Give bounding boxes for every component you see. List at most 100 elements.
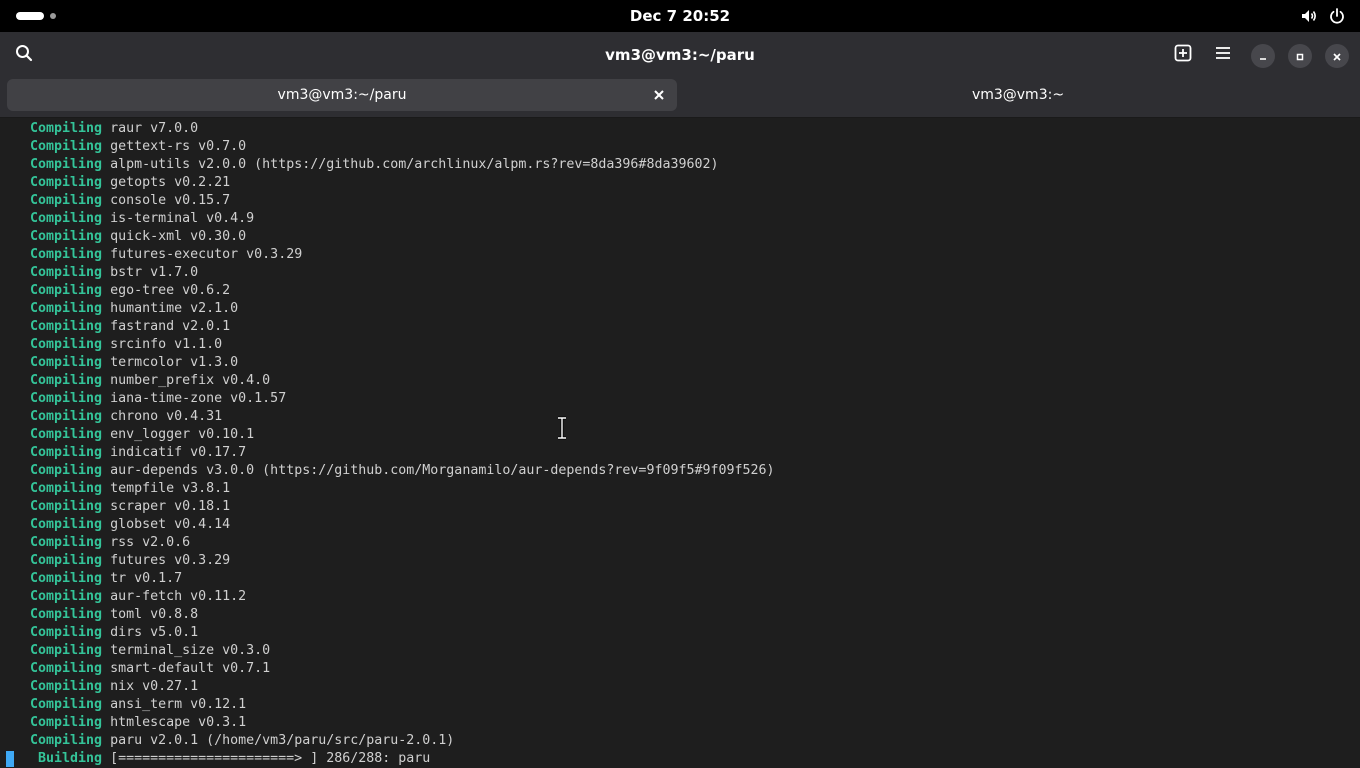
terminal-line: Compiling bstr v1.7.0 <box>0 264 1360 282</box>
crate-name: nix v0.27.1 <box>110 679 199 694</box>
crate-name: scraper v0.18.1 <box>110 499 231 514</box>
crate-name: gettext-rs v0.7.0 <box>110 139 247 154</box>
clock[interactable]: Dec 7 20:52 <box>630 7 730 25</box>
tab-close-button[interactable] <box>651 87 667 103</box>
terminal-line: Compiling htmlescape v0.3.1 <box>0 714 1360 732</box>
compile-verb: Compiling <box>30 211 103 226</box>
crate-name: paru v2.0.1 (/home/vm3/paru/src/paru-2.0… <box>110 733 455 748</box>
terminal-line: Compiling ansi_term v0.12.1 <box>0 696 1360 714</box>
terminal-line: Compiling globset v0.4.14 <box>0 516 1360 534</box>
terminal-line: Compiling rss v2.0.6 <box>0 534 1360 552</box>
terminal-line: Compiling paru v2.0.1 (/home/vm3/paru/sr… <box>0 732 1360 750</box>
compile-verb: Compiling <box>30 319 103 334</box>
minimize-button[interactable] <box>1251 44 1275 68</box>
crate-name: terminal_size v0.3.0 <box>110 643 271 658</box>
build-progress-text: [======================> ] 286/288: paru <box>110 751 431 766</box>
crate-name: alpm-utils v2.0.0 (https://github.com/ar… <box>110 157 719 172</box>
terminal-line: Compiling gettext-rs v0.7.0 <box>0 138 1360 156</box>
minimize-icon <box>1258 47 1268 66</box>
crate-name: smart-default v0.7.1 <box>110 661 271 676</box>
compile-verb: Compiling <box>30 589 103 604</box>
compile-verb: Compiling <box>30 643 103 658</box>
terminal-line: Compiling smart-default v0.7.1 <box>0 660 1360 678</box>
menu-icon <box>1214 44 1232 66</box>
tab-bar: vm3@vm3:~/paru vm3@vm3:~ <box>0 78 1360 118</box>
tab-label: vm3@vm3:~ <box>971 87 1065 103</box>
crate-name: chrono v0.4.31 <box>110 409 223 424</box>
close-window-button[interactable] <box>1325 44 1349 68</box>
volume-icon[interactable] <box>1300 7 1318 25</box>
workspace-indicator[interactable] <box>16 12 56 20</box>
new-tab-button[interactable] <box>1167 39 1199 71</box>
compile-verb: Compiling <box>30 157 103 172</box>
crate-name: globset v0.4.14 <box>110 517 231 532</box>
close-icon <box>1332 47 1342 66</box>
crate-name: getopts v0.2.21 <box>110 175 231 190</box>
terminal-line: Compiling terminal_size v0.3.0 <box>0 642 1360 660</box>
crate-name: fastrand v2.0.1 <box>110 319 231 334</box>
terminal-line: Compiling futures v0.3.29 <box>0 552 1360 570</box>
terminal-line: Compiling futures-executor v0.3.29 <box>0 246 1360 264</box>
crate-name: is-terminal v0.4.9 <box>110 211 255 226</box>
terminal-line: Compiling getopts v0.2.21 <box>0 174 1360 192</box>
terminal-line: Compiling chrono v0.4.31 <box>0 408 1360 426</box>
crate-name: ansi_term v0.12.1 <box>110 697 247 712</box>
terminal-output[interactable]: Compiling raur v7.0.0 Compiling gettext-r… <box>0 119 1360 768</box>
close-tab-icon <box>654 90 664 100</box>
build-progress-line: Building [======================> ] 286/… <box>0 750 1360 768</box>
workspace-dot[interactable] <box>50 13 56 19</box>
terminal-line: Compiling nix v0.27.1 <box>0 678 1360 696</box>
crate-name: tr v0.1.7 <box>110 571 183 586</box>
crate-name: indicatif v0.17.7 <box>110 445 247 460</box>
crate-name: toml v0.8.8 <box>110 607 199 622</box>
compile-verb: Compiling <box>30 409 103 424</box>
compile-verb: Compiling <box>30 445 103 460</box>
crate-name: srcinfo v1.1.0 <box>110 337 223 352</box>
terminal-line: Compiling aur-depends v3.0.0 (https://gi… <box>0 462 1360 480</box>
crate-name: iana-time-zone v0.1.57 <box>110 391 287 406</box>
crate-name: htmlescape v0.3.1 <box>110 715 247 730</box>
terminal-header-bar: vm3@vm3:~/paru <box>0 32 1360 78</box>
system-status-area[interactable] <box>1300 6 1346 26</box>
compile-verb: Compiling <box>30 193 103 208</box>
terminal-line: Compiling raur v7.0.0 <box>0 120 1360 138</box>
terminal-line: Compiling humantime v2.1.0 <box>0 300 1360 318</box>
compile-verb: Compiling <box>30 661 103 676</box>
active-workspace-pill[interactable] <box>16 12 44 20</box>
compile-verb: Compiling <box>30 517 103 532</box>
window-title: vm3@vm3:~/paru <box>605 46 755 64</box>
terminal-line: Compiling fastrand v2.0.1 <box>0 318 1360 336</box>
compile-verb: Compiling <box>30 229 103 244</box>
terminal-line: Compiling number_prefix v0.4.0 <box>0 372 1360 390</box>
main-menu-button[interactable] <box>1207 39 1239 71</box>
terminal-line: Compiling env_logger v0.10.1 <box>0 426 1360 444</box>
terminal-line: Compiling aur-fetch v0.11.2 <box>0 588 1360 606</box>
crate-name: ego-tree v0.6.2 <box>110 283 231 298</box>
crate-name: aur-fetch v0.11.2 <box>110 589 247 604</box>
compile-verb: Compiling <box>30 139 103 154</box>
terminal-line: Compiling quick-xml v0.30.0 <box>0 228 1360 246</box>
compile-verb: Compiling <box>30 571 103 586</box>
tab-label: vm3@vm3:~/paru <box>277 87 407 103</box>
crate-name: bstr v1.7.0 <box>110 265 199 280</box>
crate-name: dirs v5.0.1 <box>110 625 199 640</box>
terminal-line: Compiling iana-time-zone v0.1.57 <box>0 390 1360 408</box>
terminal-line: Compiling indicatif v0.17.7 <box>0 444 1360 462</box>
compile-verb: Compiling <box>30 373 103 388</box>
tab-paru[interactable]: vm3@vm3:~/paru <box>7 79 677 111</box>
maximize-button[interactable] <box>1288 44 1312 68</box>
terminal-line: Compiling alpm-utils v2.0.0 (https://git… <box>0 156 1360 174</box>
search-button[interactable] <box>8 39 40 71</box>
terminal-line: Compiling ego-tree v0.6.2 <box>0 282 1360 300</box>
new-tab-icon <box>1174 44 1192 66</box>
compile-verb: Compiling <box>30 121 103 136</box>
tab-home[interactable]: vm3@vm3:~ <box>683 79 1353 111</box>
compile-verb: Compiling <box>30 175 103 190</box>
terminal-line: Compiling srcinfo v1.1.0 <box>0 336 1360 354</box>
compile-verb: Compiling <box>30 247 103 262</box>
compile-verb: Compiling <box>30 697 103 712</box>
text-cursor-ibeam-icon <box>555 416 569 444</box>
power-icon[interactable] <box>1328 7 1346 25</box>
crate-name: aur-depends v3.0.0 (https://github.com/M… <box>110 463 775 478</box>
compile-verb: Compiling <box>30 679 103 694</box>
